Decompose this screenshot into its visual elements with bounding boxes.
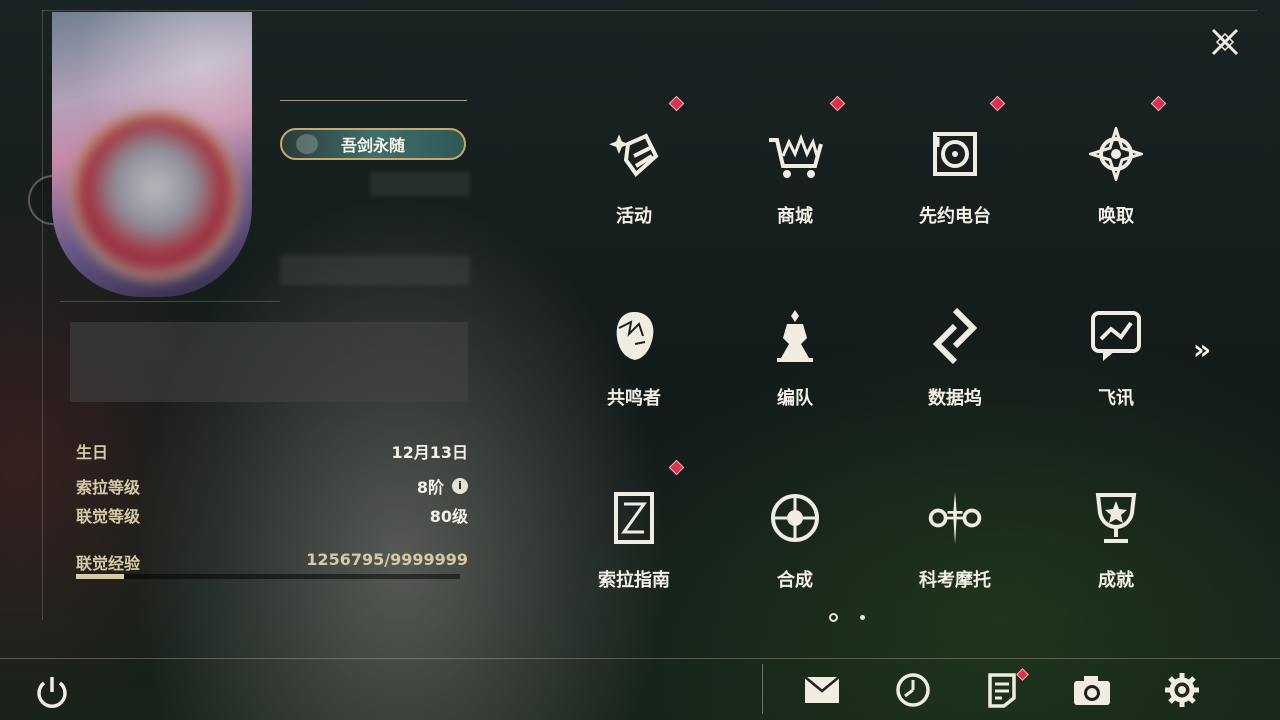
stat-label: 索拉等级 [76,477,141,497]
frame-left-line [42,10,43,620]
menu-label: 飞讯 [1098,388,1134,409]
notification-badge [668,459,685,476]
notification-badge [829,95,846,112]
title-divider [280,100,467,101]
stat-value: 12月13日 [391,439,468,463]
stat-value: 8阶 i [417,474,468,498]
avatar[interactable] [70,110,240,280]
exp-progress-fill [76,574,125,579]
menu-item-achievement[interactable]: 成就 [1036,460,1196,640]
menu-item-convene[interactable]: 唤取 [1036,95,1196,276]
menu-label: 编队 [777,388,813,409]
menu-label: 索拉指南 [598,570,670,591]
page-indicator-1[interactable] [829,613,838,622]
menu-label: 唤取 [1098,206,1134,227]
synthesis-icon [765,488,825,548]
camera-icon [1074,676,1110,705]
stat-value-text: 12月13日 [391,442,468,462]
power-icon [37,677,67,708]
menu-item-synthesis[interactable]: 合成 [715,460,875,640]
menu-item-resonator[interactable]: 共鸣者 [554,278,714,458]
menu-item-message[interactable]: 飞讯 [1036,278,1196,458]
signature-box[interactable] [70,322,468,402]
history-button[interactable] [893,670,933,710]
achievement-icon [1086,488,1146,548]
menu-item-guide[interactable]: 索拉指南 [554,459,714,640]
menu-item-data-dock[interactable]: 数据坞 [875,278,1035,458]
frame-top-line [42,10,1257,11]
menu-label: 商城 [777,206,813,227]
page-indicator-2[interactable] [860,615,865,620]
bottom-bar-separator [762,664,763,714]
shop-icon [765,124,825,184]
guide-icon [604,488,664,548]
stat-value: 80级 [430,503,468,527]
stat-row-sola-level: 索拉等级 8阶 i [76,471,468,500]
notification-badge [1016,668,1029,681]
menu-label: 活动 [616,206,652,227]
notification-badge [1150,95,1167,112]
menu-item-activity[interactable]: 活动 [554,95,714,276]
stat-label: 联觉等级 [76,506,141,526]
message-icon [1086,306,1146,366]
profile-divider [60,301,280,302]
menu-label: 先约电台 [919,206,991,227]
menu-label: 科考摩托 [919,570,991,591]
menu-label: 数据坞 [928,388,982,409]
close-button[interactable] [1205,22,1245,62]
menu-label: 成就 [1098,570,1134,591]
exp-label: 联觉经验 [76,554,141,573]
bottom-bar-divider [0,658,1280,659]
mail-button[interactable] [802,670,842,710]
info-icon[interactable]: i [452,477,468,494]
menu-item-team[interactable]: 编队 [715,278,875,458]
stat-value-text: 80级 [429,506,468,526]
menu-item-motorbike[interactable]: 科考摩托 [875,460,1035,640]
title-badge-emblem-icon [296,134,318,154]
team-icon [765,306,825,366]
notes-button[interactable] [982,668,1029,710]
motorbike-icon [925,488,985,548]
stat-row-birthday: 生日 12月13日 [76,436,468,465]
blurred-name [370,172,470,196]
title-badge-label: 吾剑永随 [340,136,405,155]
notes-icon [988,673,1016,708]
exp-row: 联觉经验 1256795/9999999 [76,550,468,574]
menu-item-shop[interactable]: 商城 [715,95,875,276]
blurred-uid [280,255,470,285]
activity-icon [604,124,664,184]
menu-label: 合成 [777,570,813,591]
settings-button[interactable] [1162,670,1202,710]
profile-stats: 生日 12月13日 索拉等级 8阶 i 联觉等级 80级 [76,436,468,529]
menu-label: 共鸣者 [607,388,661,409]
mail-icon [804,676,840,703]
exp-progress-bar [76,574,460,579]
data-dock-icon [925,306,985,366]
convene-icon [1086,124,1146,184]
settings-icon [1165,673,1199,707]
next-page-button[interactable]: » [1193,336,1223,366]
close-icon [1211,28,1239,56]
power-button[interactable] [32,672,72,712]
notification-badge [989,95,1006,112]
stat-value-text: 8阶 [416,477,444,497]
notification-badge [668,95,685,112]
stat-row-union-level: 联觉等级 80级 [76,500,468,529]
menu-item-radio[interactable]: 先约电台 [875,95,1035,276]
radio-icon [925,124,985,184]
exp-value: 1256795/9999999 [306,550,468,569]
title-badge[interactable]: 吾剑永随 [280,128,466,160]
stat-label: 生日 [76,442,109,462]
resonator-icon [604,306,664,366]
camera-button[interactable] [1072,670,1112,710]
clock-icon [896,673,930,707]
